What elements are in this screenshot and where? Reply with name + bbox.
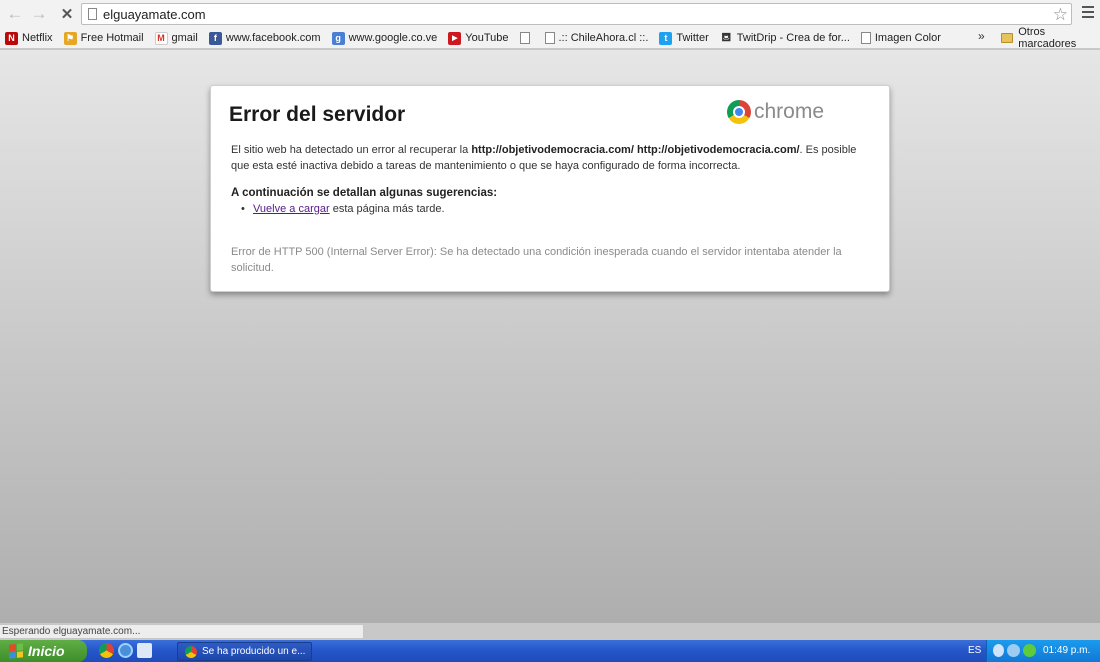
twitdrip-icon: ⛾ bbox=[721, 30, 732, 44]
bookmark-free-hotmail[interactable]: ⚑ Free Hotmail bbox=[63, 31, 144, 45]
bookmark-gmail[interactable]: M gmail bbox=[154, 31, 198, 45]
forward-arrow-icon[interactable]: → bbox=[27, 2, 51, 26]
chrome-menu-icon[interactable] bbox=[1082, 6, 1094, 21]
twitter-icon: t bbox=[659, 31, 673, 45]
bookmark-imagen-color[interactable]: Imagen Color bbox=[860, 32, 941, 44]
bookmark-twitdrip[interactable]: ⛾ TwitDrip - Crea de for... bbox=[720, 30, 850, 45]
bookmark-label: TwitDrip - Crea de for... bbox=[736, 32, 850, 44]
error-description: El sitio web ha detectado un error al re… bbox=[231, 142, 861, 174]
suggestions-heading: A continuación se detallan algunas suger… bbox=[231, 187, 498, 199]
windows-taskbar: Inicio Se ha producido un e... ES 01:49 … bbox=[0, 640, 1100, 662]
page-icon bbox=[860, 32, 871, 44]
bookmark-youtube[interactable]: ▶ YouTube bbox=[448, 31, 509, 45]
internet-explorer-icon[interactable] bbox=[118, 643, 133, 658]
chrome-wordmark: chrome bbox=[754, 100, 825, 123]
bookmark-chileahora[interactable]: .:: ChileAhora.cl ::. bbox=[544, 32, 649, 44]
chrome-icon bbox=[727, 100, 751, 124]
address-bar[interactable]: elguayamate.com ☆ bbox=[81, 3, 1072, 25]
bookmark-google[interactable]: g www.google.co.ve bbox=[331, 31, 438, 45]
bookmarks-bar: N Netflix ⚑ Free Hotmail M gmail f www.f… bbox=[0, 26, 1100, 50]
show-desktop-icon[interactable] bbox=[137, 643, 152, 658]
reload-link[interactable]: Vuelve a cargar bbox=[253, 203, 330, 215]
task-label: Se ha producido un e... bbox=[202, 646, 306, 657]
other-bookmarks-button[interactable]: Otros marcadores bbox=[1001, 26, 1100, 50]
suggestion-text: esta página más tarde. bbox=[329, 203, 445, 215]
network-icon[interactable] bbox=[1007, 644, 1020, 657]
other-bookmarks-label: Otros marcadores bbox=[1018, 26, 1077, 50]
bookmark-untitled[interactable] bbox=[519, 32, 534, 44]
status-bubble: Esperando elguayamate.com... bbox=[0, 624, 364, 639]
windows-flag-icon bbox=[9, 643, 23, 659]
page-icon bbox=[544, 32, 555, 44]
folder-icon bbox=[1001, 33, 1014, 43]
bookmarks-overflow-chevron-icon[interactable]: » bbox=[978, 29, 985, 43]
bookmark-label: gmail bbox=[171, 32, 198, 44]
chrome-logo: chrome bbox=[727, 100, 824, 124]
netflix-icon: N bbox=[5, 31, 18, 45]
page-content: Error del servidor chrome El sitio web h… bbox=[0, 50, 1100, 623]
bookmark-label: www.facebook.com bbox=[225, 32, 321, 44]
bookmark-label: www.google.co.ve bbox=[348, 32, 438, 44]
bookmark-label: Imagen Color bbox=[874, 32, 941, 44]
windows-flag-icon: ⚑ bbox=[63, 31, 77, 45]
bookmark-label: Twitter bbox=[676, 32, 709, 44]
bookmark-label: .:: ChileAhora.cl ::. bbox=[558, 32, 649, 44]
bookmark-facebook[interactable]: f www.facebook.com bbox=[208, 31, 321, 45]
page-icon bbox=[519, 32, 530, 44]
bookmark-twitter[interactable]: t Twitter bbox=[659, 31, 709, 45]
facebook-icon: f bbox=[208, 31, 222, 45]
tray-expand-icon[interactable] bbox=[993, 644, 1004, 657]
chrome-quicklaunch-icon[interactable] bbox=[99, 643, 114, 658]
suggestion-item: Vuelve a cargar esta página más tarde. bbox=[241, 203, 445, 215]
start-button[interactable]: Inicio bbox=[0, 640, 87, 662]
browser-toolbar: ← → ✕ elguayamate.com ☆ bbox=[0, 0, 1100, 28]
youtube-icon: ▶ bbox=[448, 31, 462, 45]
start-label: Inicio bbox=[28, 643, 65, 659]
error-detail: Error de HTTP 500 (Internal Server Error… bbox=[231, 246, 842, 274]
chrome-icon bbox=[185, 645, 197, 658]
bookmark-label: Netflix bbox=[22, 32, 53, 44]
error-title: Error del servidor bbox=[229, 103, 406, 126]
bookmark-netflix[interactable]: N Netflix bbox=[5, 31, 53, 45]
wifi-icon[interactable] bbox=[1023, 644, 1036, 657]
page-icon bbox=[88, 8, 97, 20]
bookmark-label: Free Hotmail bbox=[80, 32, 144, 44]
clock: 01:49 p.m. bbox=[1043, 645, 1091, 656]
error-panel: Error del servidor chrome El sitio web h… bbox=[210, 85, 890, 292]
back-arrow-icon[interactable]: ← bbox=[3, 2, 27, 26]
google-icon: g bbox=[331, 31, 345, 45]
gmail-icon: M bbox=[154, 31, 168, 45]
error-url: http://objetivodemocracia.com/ http://ob… bbox=[471, 144, 800, 156]
bookmark-star-icon[interactable]: ☆ bbox=[1053, 5, 1068, 25]
taskbar-chrome-window[interactable]: Se ha producido un e... bbox=[177, 642, 312, 661]
language-indicator[interactable]: ES bbox=[968, 645, 981, 656]
error-text: El sitio web ha detectado un error al re… bbox=[231, 144, 472, 156]
bookmark-label: YouTube bbox=[465, 32, 509, 44]
stop-loading-icon[interactable]: ✕ bbox=[55, 2, 79, 26]
url-text[interactable]: elguayamate.com bbox=[103, 7, 206, 22]
